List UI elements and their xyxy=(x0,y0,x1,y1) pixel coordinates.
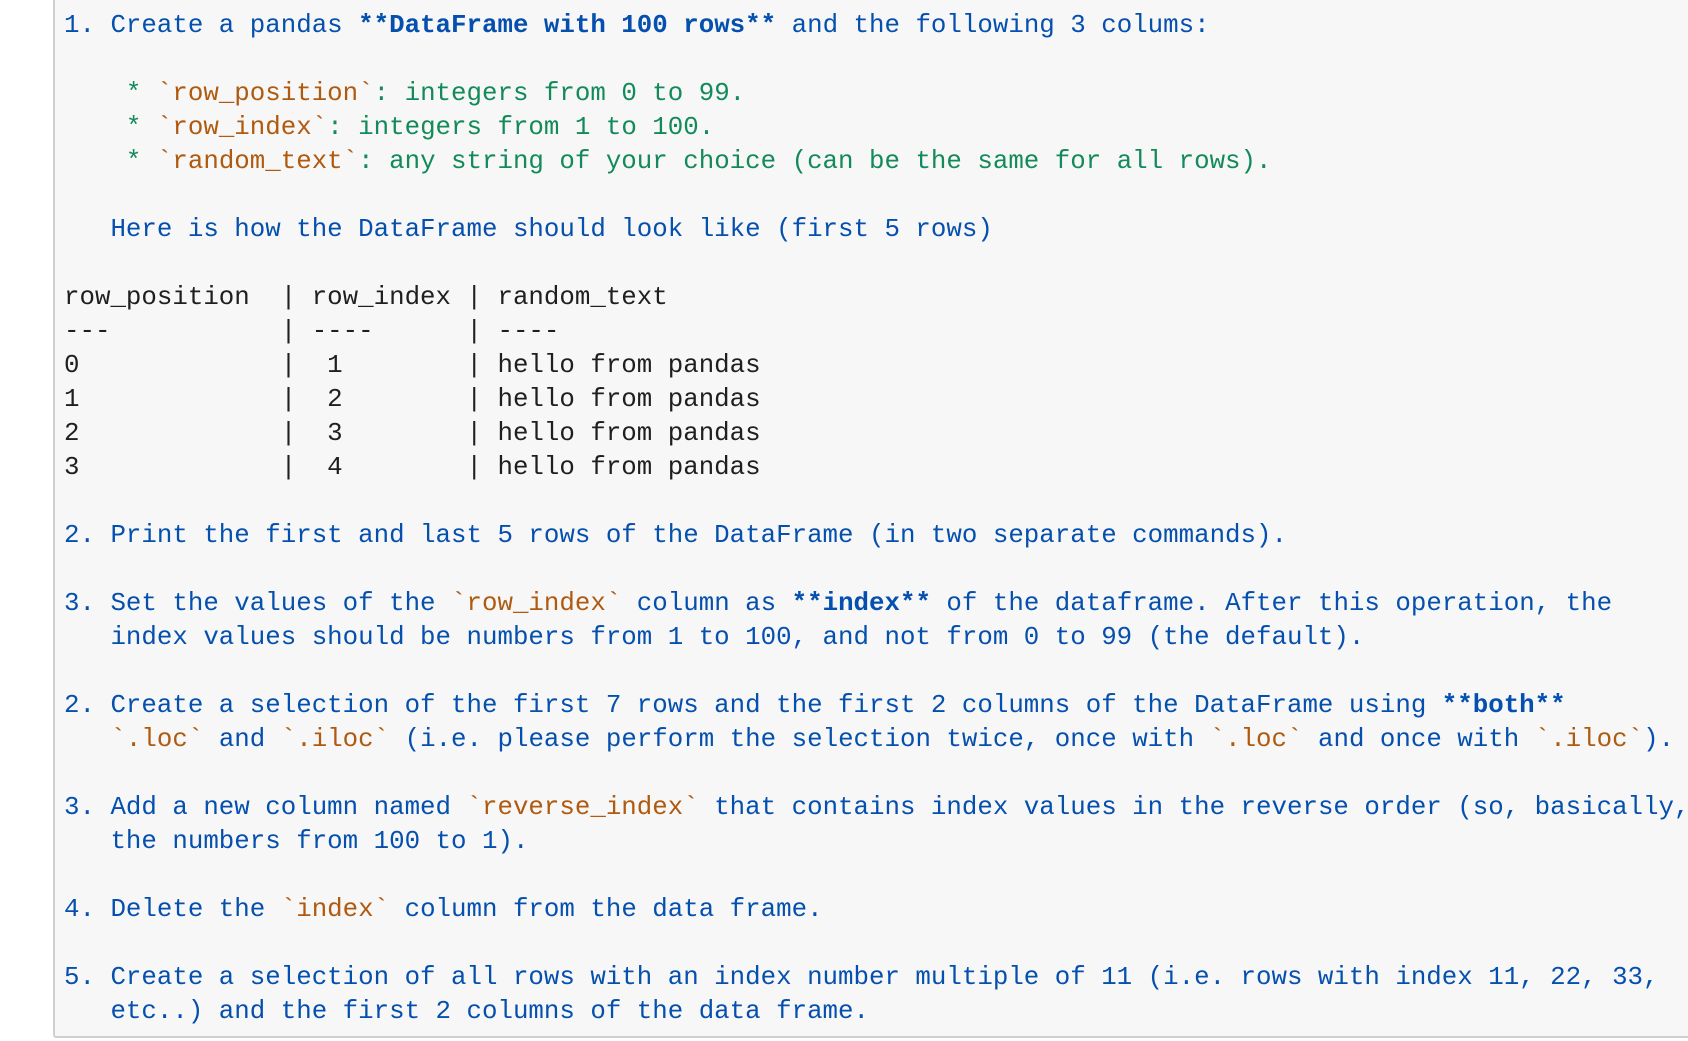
text-segment: 2. Create a selection of the first 7 row… xyxy=(64,691,1442,720)
text-segment: column from the data frame. xyxy=(389,895,823,924)
text-segment: 1. Create a pandas xyxy=(64,11,359,40)
text-segment: and the following 3 colums: xyxy=(776,11,1210,40)
text-segment: 2. Print the first and last 5 rows of th… xyxy=(64,521,1287,550)
text-segment: ). xyxy=(1643,725,1675,754)
editor-line: 3. Set the values of the `row_index` col… xyxy=(64,587,1688,621)
editor-line: 3. Add a new column named `reverse_index… xyxy=(64,791,1688,825)
editor-line: 1 | 2 | hello from pandas xyxy=(64,383,1688,417)
inline-code: `row_index` xyxy=(156,113,328,142)
editor-line: index values should be numbers from 1 to… xyxy=(64,621,1688,655)
editor-line: 4. Delete the `index` column from the da… xyxy=(64,893,1688,927)
editor-line: Here is how the DataFrame should look li… xyxy=(64,213,1688,247)
editor-line: 0 | 1 | hello from pandas xyxy=(64,349,1688,383)
text-segment: 3. Set the values of the xyxy=(64,589,452,618)
bold-text-segment: **DataFrame with 100 rows** xyxy=(358,11,777,40)
table-text: --- | ---- | ---- xyxy=(64,317,560,346)
inline-code: `index` xyxy=(280,895,390,924)
list-item-text: * xyxy=(64,113,157,142)
text-segment: etc..) and the first 2 columns of the da… xyxy=(64,997,869,1026)
text-segment: 5. Create a selection of all rows with a… xyxy=(64,963,1659,992)
table-text: 1 | 2 | hello from pandas xyxy=(64,385,761,414)
text-segment: index values should be numbers from 1 to… xyxy=(64,623,1365,652)
editor-line: row_position | row_index | random_text xyxy=(64,281,1688,315)
inline-code: `row_position` xyxy=(156,79,374,108)
inline-code: `reverse_index` xyxy=(466,793,699,822)
editor-line: 3 | 4 | hello from pandas xyxy=(64,451,1688,485)
table-text: 3 | 4 | hello from pandas xyxy=(64,453,761,482)
text-segment: Here is how the DataFrame should look li… xyxy=(64,215,993,244)
inline-code: `random_text` xyxy=(156,147,359,176)
markdown-source-text[interactable]: 1. Create a pandas **DataFrame with 100 … xyxy=(64,9,1688,1029)
editor-line: --- | ---- | ---- xyxy=(64,315,1688,349)
table-text: 0 | 1 | hello from pandas xyxy=(64,351,761,380)
editor-line: 1. Create a pandas **DataFrame with 100 … xyxy=(64,9,1688,43)
list-item-text: : any string of your choice (can be the … xyxy=(358,147,1272,176)
text-segment: (i.e. please perform the selection twice… xyxy=(389,725,1210,754)
text-segment: of the dataframe. After this operation, … xyxy=(930,589,1613,618)
text-segment: and once with xyxy=(1302,725,1535,754)
editor-line: `.loc` and `.iloc` (i.e. please perform … xyxy=(64,723,1688,757)
list-item-text: * xyxy=(64,147,157,176)
editor-line: * `row_index`: integers from 1 to 100. xyxy=(64,111,1688,145)
text-segment: column as xyxy=(621,589,792,618)
editor-line: * `row_position`: integers from 0 to 99. xyxy=(64,77,1688,111)
list-item-text: : integers from 1 to 100. xyxy=(327,113,715,142)
table-text: row_position | row_index | random_text xyxy=(64,283,668,312)
editor-line: 2. Create a selection of the first 7 row… xyxy=(64,689,1688,723)
editor-line: 2 | 3 | hello from pandas xyxy=(64,417,1688,451)
bold-text-segment: **index** xyxy=(791,589,931,618)
text-segment: 3. Add a new column named xyxy=(64,793,467,822)
bold-text-segment: **both** xyxy=(1441,691,1566,720)
editor-line: 5. Create a selection of all rows with a… xyxy=(64,961,1688,995)
text-segment: and xyxy=(203,725,281,754)
editor-line: 2. Print the first and last 5 rows of th… xyxy=(64,519,1688,553)
text-segment xyxy=(64,725,110,754)
text-segment: 4. Delete the xyxy=(64,895,281,924)
editor-line: the numbers from 100 to 1). xyxy=(64,825,1688,859)
list-item-text: * xyxy=(64,79,157,108)
inline-code: `.loc` xyxy=(1209,725,1303,754)
text-segment: that contains index values in the revers… xyxy=(698,793,1688,822)
inline-code: `row_index` xyxy=(451,589,622,618)
inline-code: `.iloc` xyxy=(280,725,390,754)
list-item-text: : integers from 0 to 99. xyxy=(373,79,746,108)
inline-code: `.iloc` xyxy=(1534,725,1644,754)
markdown-cell-editor[interactable]: 1. Create a pandas **DataFrame with 100 … xyxy=(53,0,1688,1038)
inline-code: `.loc` xyxy=(110,725,204,754)
editor-line: * `random_text`: any string of your choi… xyxy=(64,145,1688,179)
text-segment: the numbers from 100 to 1). xyxy=(64,827,529,856)
editor-line: etc..) and the first 2 columns of the da… xyxy=(64,995,1688,1029)
table-text: 2 | 3 | hello from pandas xyxy=(64,419,761,448)
